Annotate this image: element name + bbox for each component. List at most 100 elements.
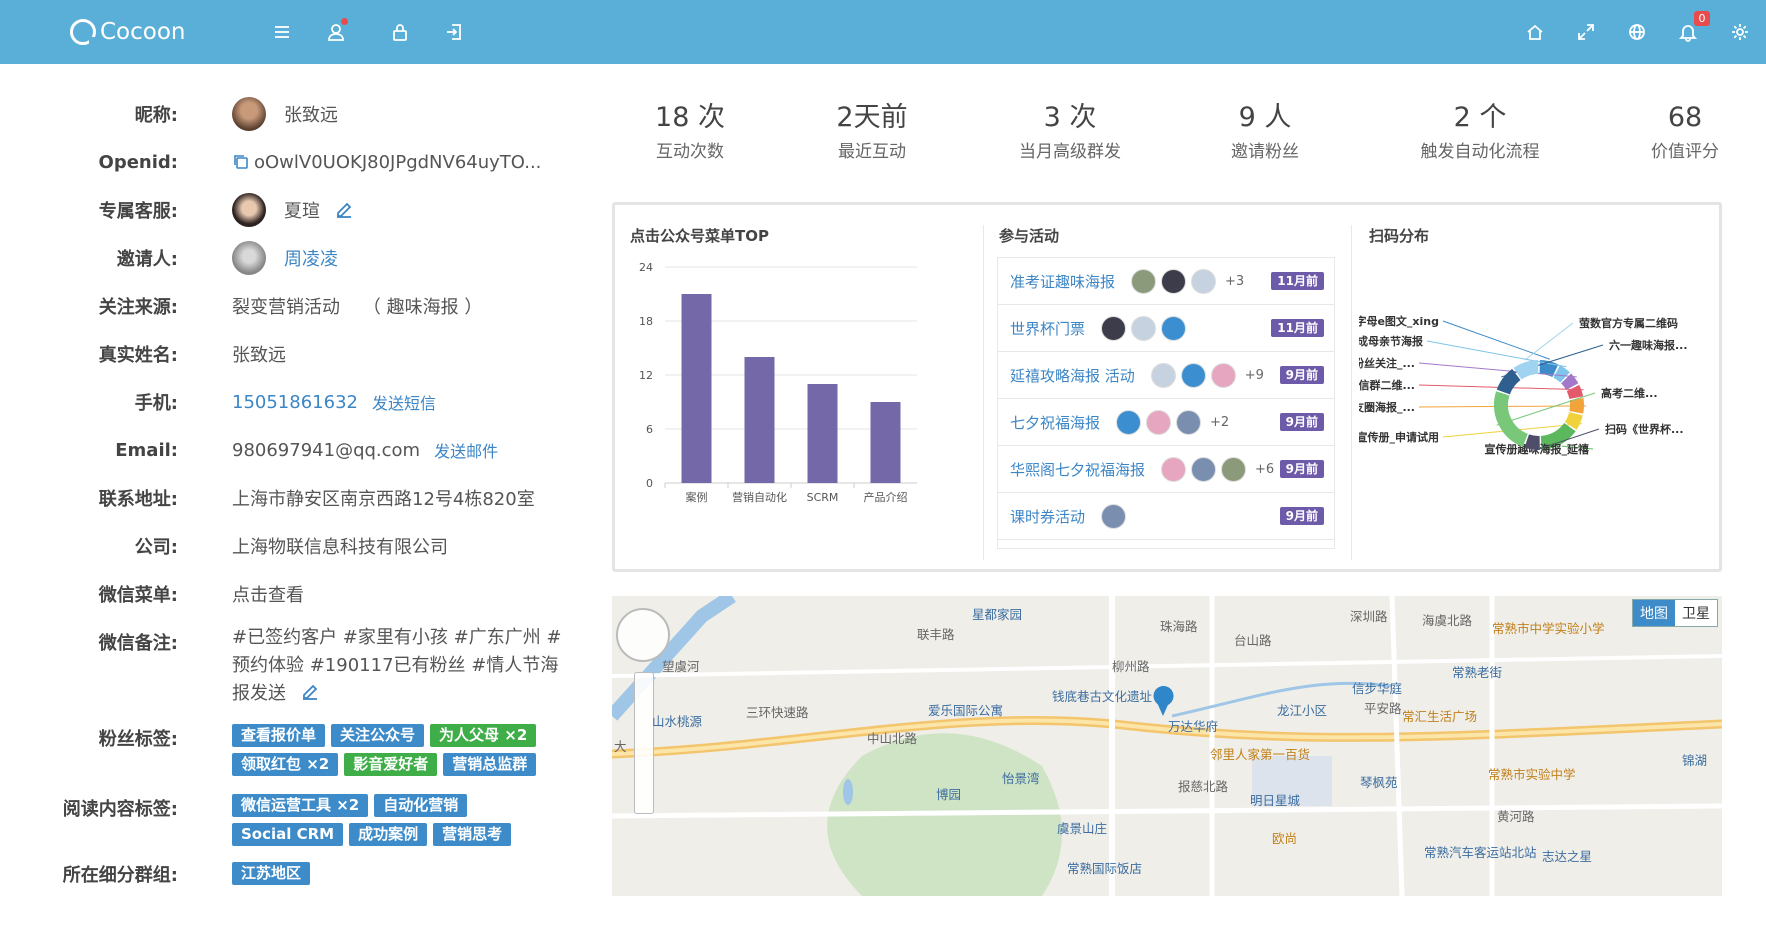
participant-avatars <box>1101 503 1131 529</box>
map-place-label: 钱底巷古文化遗址 <box>1052 689 1153 704</box>
slice-label: 扫码《世界杯... <box>1605 422 1684 436</box>
activity-name-link[interactable]: 七夕祝福海报 <box>1010 412 1100 433</box>
tag-badge[interactable]: 影音爱好者 <box>344 753 438 776</box>
tag-badge[interactable]: 成功案例 <box>349 823 428 846</box>
phone-link[interactable]: 15051861632 <box>232 392 358 413</box>
participant-avatars <box>1101 315 1191 341</box>
y-tick-label: 0 <box>646 477 653 490</box>
bell-icon[interactable]: 0 <box>1676 11 1710 44</box>
lock-icon[interactable] <box>388 20 412 44</box>
leader-line <box>1524 322 1574 361</box>
send-mail-link[interactable]: 发送邮件 <box>434 438 498 462</box>
activity-item[interactable]: 准考证趣味海报 +3 11月前 <box>998 258 1334 305</box>
home-icon[interactable] <box>1523 20 1547 44</box>
segment-tags: 江苏地区 <box>232 862 562 885</box>
inviter-link[interactable]: 周凌凌 <box>284 245 338 271</box>
stat-caption: 触发自动化流程 <box>1420 142 1540 162</box>
pan-control[interactable] <box>616 608 670 662</box>
time-badge: 9月前 <box>1279 413 1324 431</box>
avatar <box>232 193 266 227</box>
tag-badge[interactable]: 为人父母 ×2 <box>430 724 537 747</box>
map-place-label: 黄河路 <box>1497 809 1535 824</box>
avatar <box>1131 315 1157 341</box>
donut-slice <box>1513 360 1539 380</box>
tag-badge[interactable]: 微信运营工具 ×2 <box>232 794 369 817</box>
participant-avatars: +2 <box>1116 409 1230 435</box>
map-type-toggle[interactable]: 地图 卫星 <box>1632 599 1718 627</box>
tag-badge[interactable]: 关注公众号 <box>331 724 425 747</box>
copy-icon[interactable] <box>232 153 250 171</box>
avatar <box>1116 409 1142 435</box>
logout-icon[interactable] <box>442 20 466 44</box>
more-count: +6 <box>1255 461 1275 477</box>
activity-name-link[interactable]: 华熙阁七夕祝福海报 <box>1010 459 1145 480</box>
slice-label: 萤宣传册_申请试用 <box>1359 430 1439 444</box>
user-icon[interactable] <box>324 18 348 44</box>
map-place-label: 常汇生活广场 <box>1402 709 1478 724</box>
field-label: 所在细分群组: <box>62 865 178 886</box>
profile-panel: 昵称: 张致远 Openid: oOwlV0UOKJ80JPgdNV64uyTO… <box>0 64 600 944</box>
donut-slice <box>1560 373 1579 391</box>
avatar <box>1180 362 1206 388</box>
brand-name: Cocoon <box>100 19 186 45</box>
activity-item[interactable]: 延禧攻略海报 活动 +9 9月前 <box>998 352 1334 399</box>
address-value: 上海市静安区南京西路12号4栋820室 <box>232 489 535 510</box>
map-place-label: 邻里人家第一百货 <box>1210 747 1311 762</box>
slice-label: 新粉丝关注_... <box>1359 356 1415 370</box>
menu-icon[interactable] <box>270 20 294 44</box>
activity-item[interactable]: 华熙阁七夕祝福海报 +6 9月前 <box>998 446 1334 493</box>
tag-badge[interactable]: 营销思考 <box>433 823 512 846</box>
logo-icon <box>70 19 97 45</box>
gear-icon[interactable] <box>1728 20 1752 44</box>
map-place-label: 常熟市实验中学 <box>1488 767 1576 782</box>
tag-badge[interactable]: 自动化营销 <box>374 794 468 817</box>
map-place-label: 信步华庭 <box>1352 681 1403 696</box>
activity-name-link[interactable]: 世界杯门票 <box>1010 318 1085 339</box>
time-badge: 9月前 <box>1279 507 1324 525</box>
tag-badge[interactable]: 营销总监群 <box>443 753 537 776</box>
map-view-button[interactable]: 地图 <box>1633 600 1675 626</box>
tag-badge[interactable]: 江苏地区 <box>232 862 311 885</box>
avatar <box>1191 456 1217 482</box>
globe-icon[interactable] <box>1625 20 1649 44</box>
scan-donut-chart: 海报字母e图文_xing 生成母亲节海报新粉丝关注_... 微信群二维... 朋友圈海… <box>1359 315 1688 456</box>
map-place-label: 常熟国际饭店 <box>1067 861 1143 876</box>
field-label: 联系地址: <box>98 489 178 510</box>
satellite-view-button[interactable]: 卫星 <box>1675 600 1717 626</box>
activity-item[interactable]: 七夕祝福海报 +2 9月前 <box>998 399 1334 446</box>
map-place-label: 三环快速路 <box>746 705 809 720</box>
location-map[interactable]: 地图 卫星 星都家园 联丰路 珠海路 台山路 深圳路 海虞北路 常熟市中学实验小学 常熟老街信… <box>612 596 1722 896</box>
activity-name-link[interactable]: 准考证趣味海报 <box>1010 271 1115 292</box>
realname-value: 张致远 <box>232 345 286 366</box>
stat-item: 3 次 当月高级群发 <box>980 98 1160 164</box>
fullscreen-icon[interactable] <box>1574 20 1598 44</box>
map-place-label: 琴枫苑 <box>1360 775 1398 790</box>
map-place-label: 明日星城 <box>1250 793 1301 808</box>
tag-badge[interactable]: 领取红包 ×2 <box>232 753 339 776</box>
company-value: 上海物联信息科技有限公司 <box>232 537 448 558</box>
activity-name-link[interactable]: 延禧攻略海报 活动 <box>1010 365 1135 386</box>
activity-item[interactable]: 课时券活动 9月前 <box>998 493 1334 540</box>
slice-label: 朋友圈海报_... <box>1359 400 1415 414</box>
divider <box>983 225 984 560</box>
edit-icon[interactable] <box>300 682 320 702</box>
more-count: +2 <box>1210 414 1230 430</box>
avatar <box>1150 362 1176 388</box>
wxmenu-link[interactable]: 点击查看 <box>232 581 304 607</box>
activity-item[interactable]: 世界杯门票 11月前 <box>998 305 1334 352</box>
field-label: 微信菜单: <box>98 585 178 606</box>
agent-value: 夏瑄 <box>284 201 320 222</box>
activity-name-link[interactable]: 课时券活动 <box>1010 506 1085 527</box>
field-label: 真实姓名: <box>98 345 178 366</box>
brand-logo[interactable]: Cocoon <box>70 16 186 48</box>
tag-badge[interactable]: 查看报价单 <box>232 724 326 747</box>
tag-badge[interactable]: Social CRM <box>232 823 344 846</box>
map-place-label: 望虞河 <box>662 659 700 674</box>
edit-icon[interactable] <box>334 200 354 220</box>
map-place-label: 爱乐国际公寓 <box>928 703 1004 718</box>
map-place-label: 大 <box>614 739 627 754</box>
send-sms-link[interactable]: 发送短信 <box>372 390 436 414</box>
map-place-label: 深圳路 <box>1350 609 1388 624</box>
zoom-control[interactable] <box>634 672 654 814</box>
scan-title: 扫码分布 <box>1369 227 1430 245</box>
